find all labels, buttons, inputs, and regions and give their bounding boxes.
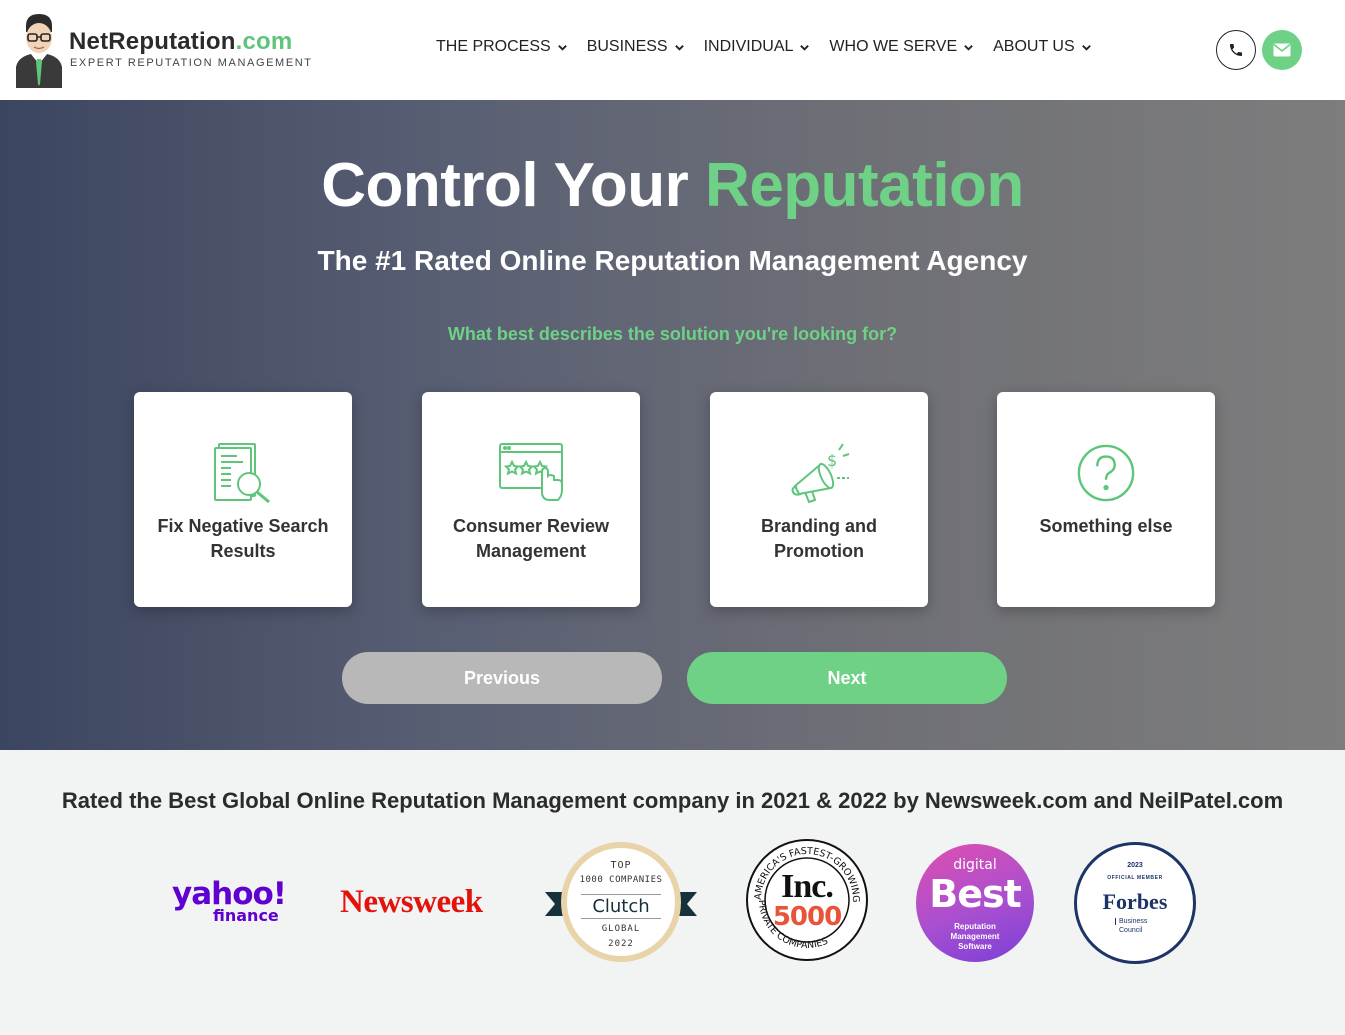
card-branding-promotion[interactable]: $ Branding and Promotion: [710, 392, 928, 607]
nav-item-who-we-serve[interactable]: WHO WE SERVE: [829, 38, 974, 56]
brand-name: NetReputation.com: [69, 28, 292, 56]
card-label: Consumer Review Management: [452, 516, 610, 561]
brand-tagline: EXPERT REPUTATION MANAGEMENT: [70, 57, 313, 69]
nav-item-the-process[interactable]: THE PROCESS: [436, 38, 568, 56]
card-label: Fix Negative Search Results: [157, 516, 329, 561]
envelope-icon: [1273, 43, 1291, 57]
hero-subtitle: The #1 Rated Online Reputation Managemen…: [317, 245, 1028, 276]
digital-best-badge: digital Best Reputation Management Softw…: [916, 844, 1034, 962]
clutch-global: GLOBAL: [601, 924, 641, 934]
nav-label: THE PROCESS: [436, 38, 551, 55]
forbes-sub1: Business: [1115, 918, 1147, 925]
forbes-year: 2023: [1127, 862, 1143, 869]
nav-label: ABOUT US: [993, 38, 1075, 55]
review-stars-icon: [499, 443, 563, 501]
best-sub2: Management: [950, 932, 1000, 941]
chevron-down-icon: [800, 44, 810, 51]
logo[interactable]: NetReputation.com EXPERT REPUTATION MANA…: [14, 12, 314, 88]
question-icon: [1077, 444, 1135, 502]
nav-label: BUSINESS: [586, 38, 668, 55]
forbes-council-badge: 2023 OFFICIAL MEMBER Forbes Business Cou…: [1074, 842, 1196, 964]
brand-name-text: NetReputation: [69, 28, 236, 55]
chevron-down-icon: [964, 44, 973, 51]
email-button[interactable]: [1262, 30, 1302, 70]
card-label: Something else: [1039, 516, 1173, 536]
forbes-top: OFFICIAL MEMBER: [1107, 875, 1163, 881]
clutch-badge: TOP 1000 COMPANIES Clutch GLOBAL 2022: [545, 840, 697, 964]
clutch-name: Clutch: [581, 894, 661, 919]
phone-icon: [1230, 44, 1242, 56]
forbes-name: Forbes: [1102, 889, 1168, 914]
forbes-sub2: Council: [1119, 927, 1143, 934]
businessman-logo-icon: [16, 14, 62, 88]
hero-title: Control Your Reputation: [0, 150, 1345, 221]
newsweek-logo: Newsweek: [340, 884, 483, 920]
search-results-icon: [214, 443, 270, 504]
card-consumer-review[interactable]: Consumer Review Management: [422, 392, 640, 607]
finance-wordmark: finance: [213, 906, 279, 925]
clutch-year: 2022: [608, 939, 634, 949]
digital-label: digital: [953, 857, 997, 873]
nav-label: INDIVIDUAL: [703, 38, 794, 55]
brand-suffix: .com: [235, 28, 293, 55]
chevron-down-icon: [674, 44, 684, 51]
phone-button[interactable]: [1216, 30, 1256, 70]
hero-title-green: Reputation: [705, 151, 1024, 220]
rated-section: Rated the Best Global Online Reputation …: [0, 750, 1345, 1035]
nav-item-about-us[interactable]: ABOUT US: [993, 38, 1092, 56]
chevron-down-icon: [1081, 44, 1091, 51]
site-header: NetReputation.com EXPERT REPUTATION MANA…: [0, 0, 1345, 100]
yahoo-finance-logo: yahoo! finance: [172, 878, 292, 928]
clutch-top: TOP: [610, 860, 632, 871]
card-something-else[interactable]: Something else: [997, 392, 1215, 607]
inc-5000-badge: AMERICA'S FASTEST-GROWING PRIVATE COMPAN…: [745, 838, 869, 962]
inc-name: Inc.: [781, 868, 834, 905]
next-button[interactable]: Next: [687, 652, 1007, 704]
best-sub3: Software: [958, 942, 992, 951]
best-label: Best: [929, 872, 1022, 916]
card-fix-negative-search[interactable]: Fix Negative Search Results: [134, 392, 352, 607]
card-label: Branding and Promotion: [761, 516, 877, 561]
nav-item-individual[interactable]: INDIVIDUAL: [704, 38, 811, 56]
hero-section: Control Your Reputation The #1 Rated Onl…: [0, 100, 1345, 750]
best-sub1: Reputation: [954, 922, 996, 931]
rated-statement: Rated the Best Global Online Reputation …: [61, 788, 1284, 813]
clutch-companies: 1000 COMPANIES: [579, 875, 663, 885]
hero-title-white: Control Your: [321, 151, 689, 220]
nav-label: WHO WE SERVE: [829, 38, 958, 55]
megaphone-icon: $: [791, 443, 850, 504]
nav-item-business[interactable]: BUSINESS: [587, 38, 685, 56]
main-nav: THE PROCESS BUSINESS INDIVIDUAL WHO WE S…: [436, 38, 1111, 56]
svg-text:$: $: [827, 451, 837, 470]
previous-button[interactable]: Previous: [342, 652, 662, 704]
inc-number: 5000: [772, 902, 842, 932]
chevron-down-icon: [557, 44, 567, 51]
solution-question: What best describes the solution you're …: [447, 324, 898, 344]
